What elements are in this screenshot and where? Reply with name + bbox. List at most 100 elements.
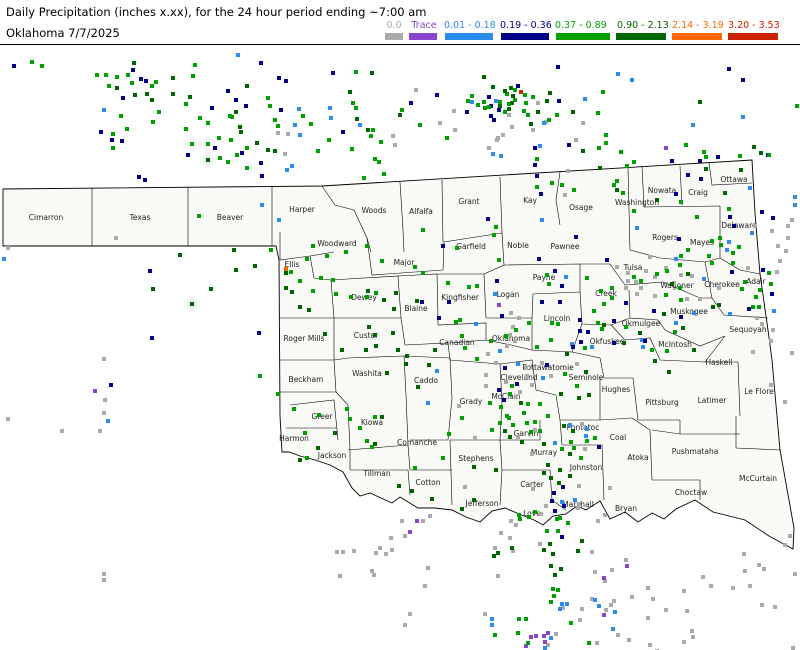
station-marker bbox=[546, 631, 550, 635]
station-marker bbox=[218, 156, 222, 160]
station-marker bbox=[590, 550, 594, 554]
station-marker bbox=[98, 429, 102, 433]
station-marker bbox=[581, 121, 585, 125]
station-marker bbox=[757, 305, 761, 309]
station-marker bbox=[791, 646, 795, 650]
station-marker bbox=[692, 311, 696, 315]
station-marker bbox=[494, 468, 498, 472]
county-label: Murray bbox=[531, 448, 558, 457]
station-marker bbox=[445, 136, 449, 140]
station-marker bbox=[738, 154, 742, 158]
station-marker bbox=[569, 440, 573, 444]
station-marker bbox=[494, 99, 498, 103]
station-marker bbox=[619, 150, 623, 154]
station-marker bbox=[536, 110, 540, 114]
station-marker bbox=[754, 295, 758, 299]
station-marker bbox=[549, 338, 553, 342]
county-label: Stephens bbox=[458, 454, 493, 463]
station-marker bbox=[542, 121, 546, 125]
station-marker bbox=[684, 143, 688, 147]
station-marker bbox=[277, 76, 281, 80]
station-marker bbox=[590, 345, 594, 349]
station-marker bbox=[562, 504, 566, 508]
station-marker bbox=[605, 258, 609, 262]
station-marker bbox=[286, 132, 290, 136]
station-marker bbox=[603, 513, 607, 517]
station-marker bbox=[719, 243, 723, 247]
station-marker bbox=[698, 159, 702, 163]
legend-label: Trace bbox=[411, 20, 437, 31]
station-marker bbox=[198, 116, 202, 120]
station-marker bbox=[553, 441, 557, 445]
station-marker bbox=[545, 363, 549, 367]
station-marker bbox=[120, 139, 124, 143]
station-marker bbox=[635, 292, 639, 296]
station-marker bbox=[641, 345, 645, 349]
station-marker bbox=[692, 348, 696, 352]
station-marker bbox=[209, 287, 213, 291]
station-marker bbox=[151, 287, 155, 291]
station-marker bbox=[389, 536, 393, 540]
station-marker bbox=[533, 146, 537, 150]
station-marker bbox=[549, 600, 553, 604]
station-marker bbox=[257, 331, 261, 335]
station-marker bbox=[193, 63, 197, 67]
station-marker bbox=[576, 549, 580, 553]
station-marker bbox=[186, 153, 190, 157]
station-marker bbox=[655, 198, 659, 202]
station-marker bbox=[338, 574, 342, 578]
station-marker bbox=[630, 78, 634, 82]
station-marker bbox=[404, 362, 408, 366]
station-marker bbox=[549, 374, 553, 378]
station-marker bbox=[333, 431, 337, 435]
station-marker bbox=[530, 452, 534, 456]
station-marker bbox=[492, 554, 496, 558]
station-marker bbox=[373, 157, 377, 161]
station-marker bbox=[601, 90, 605, 94]
station-marker bbox=[572, 188, 576, 192]
station-marker bbox=[626, 279, 630, 283]
station-marker bbox=[115, 86, 119, 90]
station-marker bbox=[577, 396, 581, 400]
station-marker bbox=[536, 101, 540, 105]
station-marker bbox=[520, 440, 524, 444]
station-marker bbox=[355, 117, 359, 121]
station-marker bbox=[698, 297, 702, 301]
station-marker bbox=[611, 627, 615, 631]
station-marker bbox=[665, 269, 669, 273]
station-marker bbox=[737, 245, 741, 249]
station-marker bbox=[559, 392, 563, 396]
station-marker bbox=[584, 434, 588, 438]
station-marker bbox=[455, 246, 459, 250]
station-marker bbox=[670, 159, 674, 163]
station-marker bbox=[121, 96, 125, 100]
station-marker bbox=[576, 506, 580, 510]
station-marker bbox=[489, 339, 493, 343]
station-marker bbox=[103, 398, 107, 402]
station-marker bbox=[109, 383, 113, 387]
station-marker bbox=[769, 282, 773, 286]
station-marker bbox=[316, 149, 320, 153]
station-marker bbox=[354, 70, 358, 74]
station-marker bbox=[484, 384, 488, 388]
station-marker bbox=[119, 114, 123, 118]
station-marker bbox=[499, 405, 503, 409]
station-marker bbox=[2, 257, 6, 261]
station-marker bbox=[325, 254, 329, 258]
station-marker bbox=[390, 548, 394, 552]
station-marker bbox=[372, 573, 376, 577]
station-marker bbox=[530, 383, 534, 387]
county-label: Woodward bbox=[317, 239, 357, 248]
county-label: Harmon bbox=[279, 434, 309, 443]
station-marker bbox=[470, 100, 474, 104]
station-marker bbox=[761, 268, 765, 272]
station-marker bbox=[562, 424, 566, 428]
station-marker bbox=[289, 270, 293, 274]
station-marker bbox=[731, 261, 735, 265]
station-marker bbox=[593, 598, 597, 602]
station-marker bbox=[391, 331, 395, 335]
station-marker bbox=[549, 636, 553, 640]
station-marker bbox=[269, 248, 273, 252]
station-marker bbox=[293, 123, 297, 127]
precip-map-page: Daily Precipitation (inches x.xx), for t… bbox=[0, 0, 800, 650]
